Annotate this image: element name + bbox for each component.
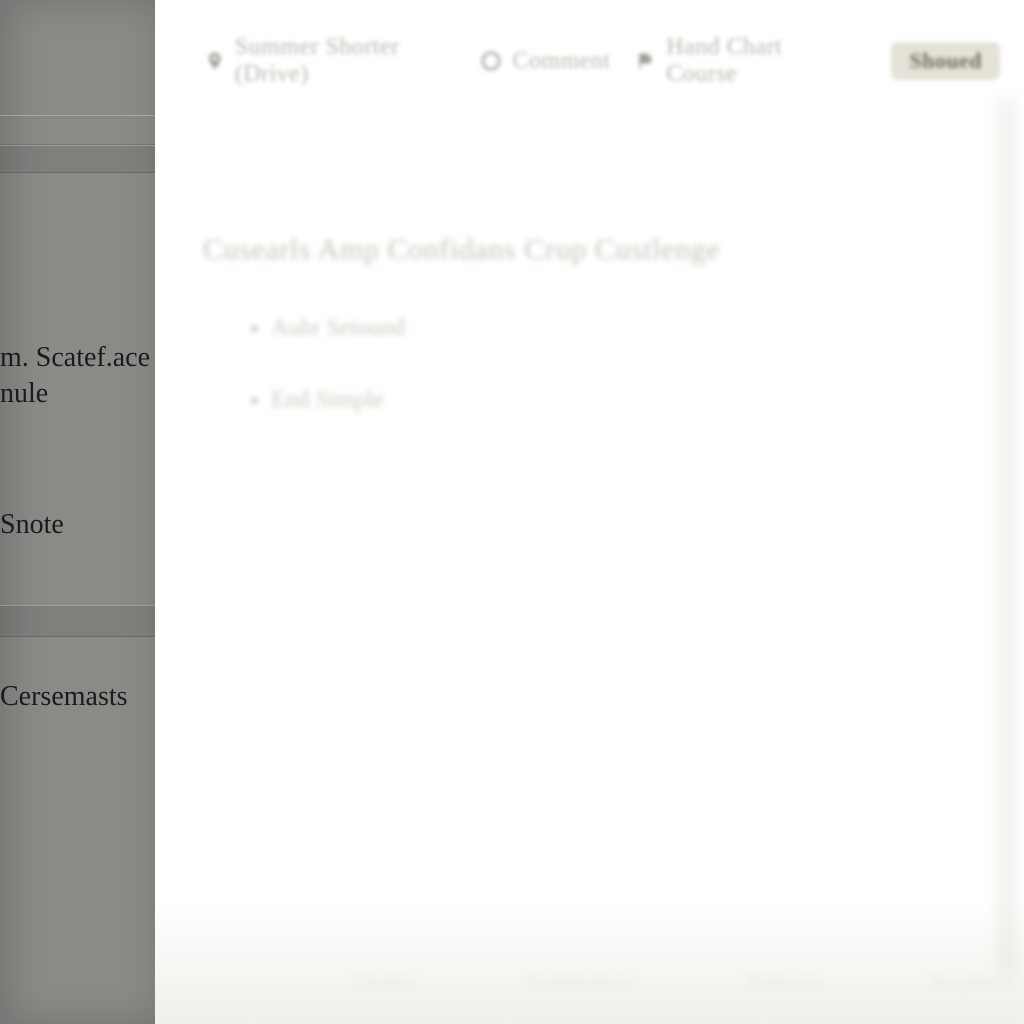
footer-faint-c: Portosin (747, 970, 820, 996)
footer-faint-a: Oerten (355, 970, 415, 996)
page-bullet-list: Auhr Setound End Simple (203, 315, 1000, 414)
sidebar-top-space (0, 0, 155, 115)
sidebar-item-3-label: Cersemasts (0, 681, 128, 712)
list-item: Auhr Setound (271, 315, 1000, 341)
sidebar-spacer-2 (0, 415, 155, 505)
sidebar-spacer-3 (0, 637, 155, 677)
sidebar-divider-1 (0, 115, 155, 145)
page-title: Cusearls Amp Confidans Crup Custlenge (203, 233, 1000, 267)
toolbar-item-location[interactable]: Summer Shorter (Drive) (205, 34, 454, 88)
main-content: Summer Shorter (Drive) Comment Hand Char… (155, 0, 1024, 1024)
sidebar-item-2[interactable]: Snote (0, 505, 155, 545)
map-pin-icon (205, 50, 225, 72)
sidebar-item-1-line2: nule (0, 376, 155, 412)
sidebar: m. Scatef.ace nule Snote Cersemasts (0, 0, 155, 1024)
sidebar-item-1-line1: m. Scatef.ace (0, 340, 155, 376)
sidebar-item-1[interactable]: m. Scatef.ace nule (0, 338, 155, 415)
footer-faint-b: Commahens (526, 970, 636, 996)
toolbar-item-chart[interactable]: Hand Chart Course (636, 34, 839, 88)
sidebar-dark-row (0, 145, 155, 173)
toolbar: Summer Shorter (Drive) Comment Hand Char… (155, 0, 1024, 98)
toolbar-item-comment-label: Comment (512, 48, 610, 75)
sidebar-item-2-label: Snote (0, 509, 64, 540)
toolbar-item-comment[interactable]: Comment (480, 48, 610, 75)
toolbar-item-chart-label: Hand Chart Course (666, 34, 839, 88)
flag-icon (636, 50, 656, 72)
chat-icon (480, 50, 502, 72)
footer-faint-d: Soarmins (931, 970, 1014, 996)
toolbar-item-location-label: Summer Shorter (Drive) (235, 34, 455, 88)
footer-faint-row: Oerten Commahens Portosin Soarmins (355, 970, 1014, 996)
list-item-label-0: Auhr Setound (271, 315, 405, 341)
sidebar-item-3[interactable]: Cersemasts (0, 677, 155, 717)
toolbar-primary-button[interactable]: Shoued (891, 42, 1000, 80)
sidebar-section-bar (0, 605, 155, 637)
list-item: End Simple (271, 387, 1000, 413)
sidebar-spacer-1 (0, 173, 155, 338)
page-body: Cusearls Amp Confidans Crup Custlenge Au… (155, 98, 1024, 460)
list-item-label-1: End Simple (271, 387, 384, 413)
